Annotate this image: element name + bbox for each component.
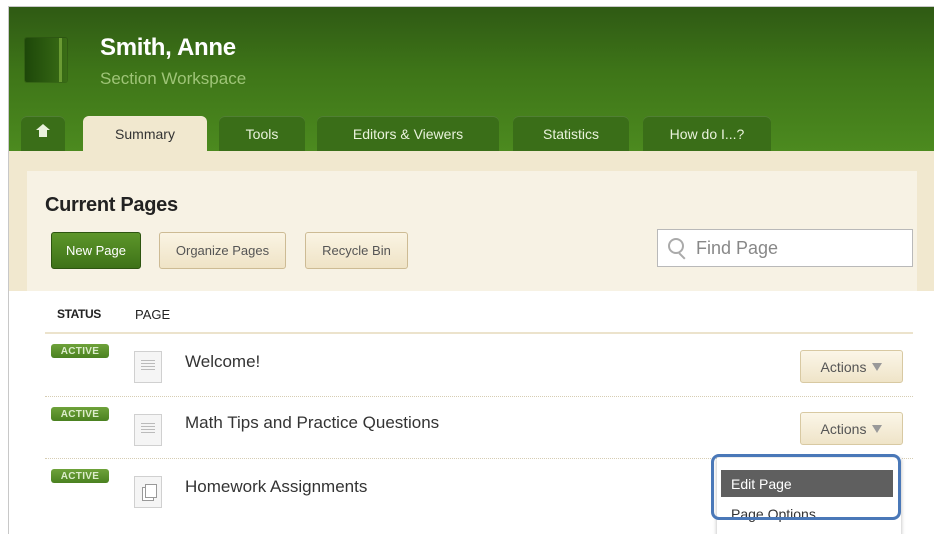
column-header-status: STATUS [57,307,101,321]
workspace-subtitle: Section Workspace [100,69,247,88]
document-icon [134,414,162,446]
search-icon [668,238,684,254]
new-page-button[interactable]: New Page [51,232,141,269]
actions-button[interactable]: Actions [800,412,903,445]
content-panel [9,151,934,421]
status-badge: ACTIVE [51,344,109,358]
tab-summary[interactable]: Summary [83,116,207,151]
section-title: Current Pages [45,194,178,216]
tab-home[interactable] [21,116,65,151]
actions-label: Actions [820,420,867,437]
app-frame: Smith, Anne Section Workspace Summary To… [8,6,934,534]
workspace-logo-icon [25,38,67,82]
user-name: Smith, Anne [100,34,236,61]
status-badge: ACTIVE [51,407,109,421]
find-page-input[interactable] [694,236,908,260]
triangle-down-icon [872,362,883,371]
page-title-homework[interactable]: Homework Assignments [185,477,367,497]
recycle-bin-button[interactable]: Recycle Bin [305,232,408,269]
workspace-header: Smith, Anne Section Workspace Summary To… [9,7,934,151]
page-title-welcome[interactable]: Welcome! [185,352,260,372]
triangle-down-icon [872,424,883,433]
document-icon [134,351,162,383]
tab-editors-viewers[interactable]: Editors & Viewers [317,116,499,151]
organize-pages-button[interactable]: Organize Pages [159,232,286,269]
actions-label: Actions [820,358,867,375]
page-title-math-tips[interactable]: Math Tips and Practice Questions [185,413,439,433]
row-divider [45,396,913,397]
home-icon [36,123,50,140]
status-badge: ACTIVE [51,469,109,483]
header-divider [45,332,913,334]
highlight-callout [711,454,901,520]
find-page-search [657,229,913,267]
tab-statistics[interactable]: Statistics [513,116,629,151]
actions-button[interactable]: Actions [800,350,903,383]
tab-how-do-i[interactable]: How do I...? [643,116,771,151]
documents-icon [134,476,162,508]
column-header-page: PAGE [135,307,171,322]
tab-tools[interactable]: Tools [219,116,305,151]
